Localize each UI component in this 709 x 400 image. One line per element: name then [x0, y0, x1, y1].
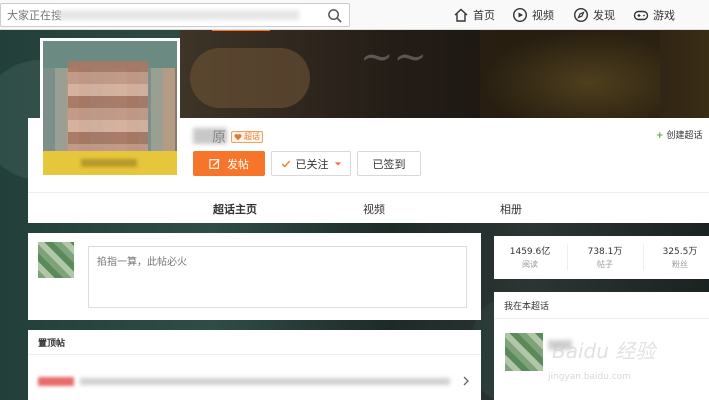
nav-discover-label: 发现: [593, 9, 615, 22]
signed-in-button[interactable]: 已签到: [357, 151, 421, 176]
stat-posts-label: 帖子: [597, 260, 613, 269]
nav-home-label: 首页: [473, 9, 495, 22]
stat-reads-value: 1459.6亿: [509, 247, 551, 257]
my-avatar[interactable]: [505, 333, 543, 371]
baidu-watermark: Baidu 经验: [552, 339, 656, 363]
post-composer-input[interactable]: [88, 246, 467, 308]
divider: [28, 354, 481, 355]
my-in-topic-title: 我在本超话: [504, 302, 550, 312]
nav-discover[interactable]: 发现: [573, 0, 615, 30]
post-button-label: 发帖: [227, 157, 249, 171]
plus-icon: +: [656, 131, 664, 141]
banner-script-art: ~~: [360, 34, 428, 80]
chevron-right-icon[interactable]: [462, 376, 470, 386]
avatar-gold-badge: [43, 151, 177, 175]
nav-video[interactable]: 视频: [512, 0, 554, 30]
stat-posts-value: 738.1万: [587, 247, 623, 257]
user-avatar[interactable]: [38, 242, 74, 278]
pinned-posts-card: [28, 330, 481, 400]
game-icon: [633, 10, 649, 21]
divider: [643, 244, 644, 270]
avatar-badge-text-blurred: [81, 159, 137, 167]
discover-icon: [573, 7, 589, 23]
create-super-topic-label: 创建超话: [666, 131, 703, 141]
cover-banner-image: ~~: [180, 30, 709, 118]
super-topic-badge-label: 超话: [244, 132, 260, 141]
home-icon: [454, 8, 468, 22]
stat-reads: 1459.6亿 阅读: [500, 244, 560, 270]
search-icon[interactable]: [327, 8, 342, 23]
chevron-down-icon: [334, 161, 341, 166]
signed-in-button-label: 已签到: [372, 157, 406, 171]
super-topic-badge: 超话: [231, 131, 263, 143]
nav-game[interactable]: 游戏: [633, 0, 675, 30]
baidu-watermark-url: jingyan.baidu.com: [548, 372, 632, 382]
banner-figure-shape: [480, 30, 660, 118]
pinned-post-tag-blurred: [38, 377, 74, 386]
nav-home[interactable]: 首页: [453, 0, 495, 30]
stat-fans-value: 325.5万: [662, 247, 698, 257]
tab-album[interactable]: 相册: [500, 201, 522, 217]
divider: [494, 318, 709, 319]
stat-posts: 738.1万 帖子: [575, 244, 635, 270]
pinned-posts-title: 置顶帖: [38, 339, 66, 349]
banner-guitar-shape: [190, 48, 310, 108]
pinned-post-title-blurred[interactable]: [80, 378, 450, 385]
post-button[interactable]: 发帖: [193, 151, 265, 176]
super-topic-avatar[interactable]: [40, 38, 180, 178]
search-hot-keywords-blurred: [59, 10, 299, 20]
tab-video[interactable]: 视频: [363, 201, 385, 217]
create-super-topic-link[interactable]: + 创建超话: [656, 128, 703, 141]
divider: [567, 244, 568, 270]
stat-fans: 325.5万 粉丝: [650, 244, 709, 270]
heart-icon: [234, 134, 242, 141]
stat-fans-label: 粉丝: [672, 260, 688, 269]
nav-video-label: 视频: [532, 9, 554, 22]
edit-icon: [209, 158, 220, 169]
avatar-face-pixelated: [68, 61, 148, 156]
follow-button[interactable]: 已关注: [271, 151, 351, 176]
search-box[interactable]: [0, 3, 350, 27]
top-navigation-bar: 首页 视频 发现 游戏: [0, 0, 709, 30]
tab-home[interactable]: 超话主页: [213, 201, 257, 217]
check-icon: [281, 160, 290, 167]
tab-bar: 超话主页 视频 相册: [28, 192, 709, 223]
nav-game-label: 游戏: [653, 9, 675, 22]
avatar-image: [43, 41, 177, 175]
follow-button-label: 已关注: [295, 157, 329, 171]
video-icon: [512, 7, 528, 23]
stat-reads-label: 阅读: [522, 260, 538, 269]
topic-name: 原: [212, 130, 226, 146]
